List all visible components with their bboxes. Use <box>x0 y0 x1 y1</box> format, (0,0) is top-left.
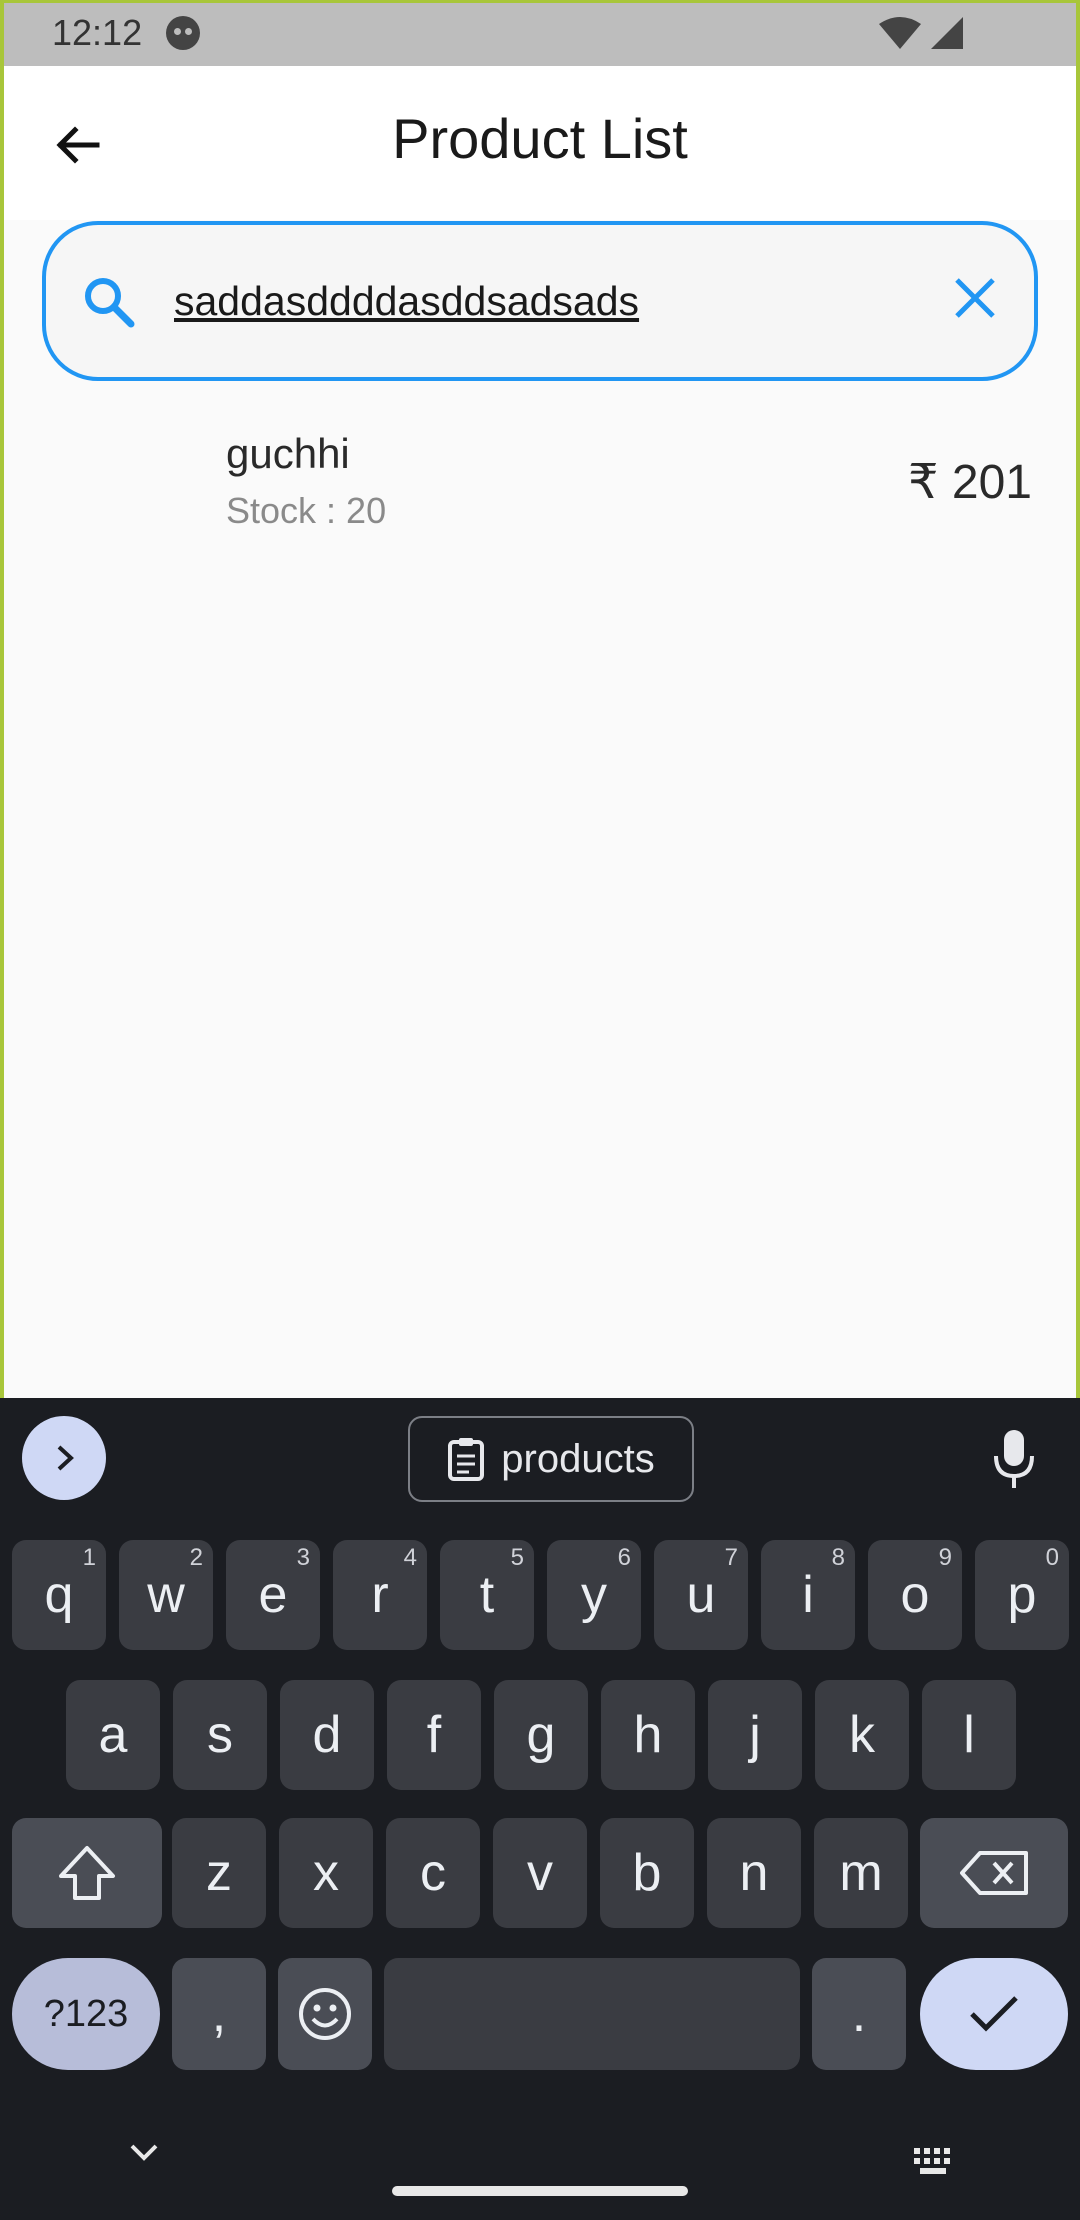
key-hint: 2 <box>189 1544 203 1571</box>
chevron-right-icon <box>57 1445 74 1471</box>
status-time: 12:12 <box>52 12 143 53</box>
gesture-handle[interactable] <box>392 2186 688 2196</box>
symbols-key[interactable]: ?123 <box>12 1958 160 2070</box>
key-label: y <box>581 1566 607 1624</box>
key-t[interactable]: t5 <box>440 1540 534 1650</box>
search-icon <box>85 278 135 328</box>
key-u[interactable]: u7 <box>654 1540 748 1650</box>
key-label: w <box>147 1566 185 1624</box>
key-v[interactable]: v <box>493 1818 587 1928</box>
key-label: h <box>633 1706 663 1764</box>
page-title: Product List <box>392 107 688 170</box>
key-m[interactable]: m <box>814 1818 908 1928</box>
key-a[interactable]: a <box>66 1680 160 1790</box>
key-label: n <box>739 1844 769 1902</box>
key-j[interactable]: j <box>708 1680 802 1790</box>
key-label: m <box>839 1844 883 1902</box>
emoji-icon <box>299 1988 351 2040</box>
key-hint: 0 <box>1045 1544 1059 1571</box>
key-label: d <box>312 1706 342 1764</box>
key-label: e <box>258 1566 288 1624</box>
key-label: j <box>749 1706 761 1764</box>
key-l[interactable]: l <box>922 1680 1016 1790</box>
hide-keyboard-icon[interactable] <box>126 2140 162 2164</box>
key-label: r <box>371 1566 389 1624</box>
product-name: guchhi <box>226 430 350 477</box>
keyboard-switch-icon[interactable] <box>912 2146 956 2176</box>
key-label: l <box>963 1706 975 1764</box>
key-g[interactable]: g <box>494 1680 588 1790</box>
key-q[interactable]: q1 <box>12 1540 106 1650</box>
key-o[interactable]: o9 <box>868 1540 962 1650</box>
clipboard-icon <box>448 1438 485 1481</box>
key-c[interactable]: c <box>386 1818 480 1928</box>
key-k[interactable]: k <box>815 1680 909 1790</box>
key-e[interactable]: e3 <box>226 1540 320 1650</box>
key-hint: 8 <box>831 1544 845 1571</box>
key-hint: 3 <box>296 1544 310 1571</box>
key-f[interactable]: f <box>387 1680 481 1790</box>
backspace-icon <box>960 1851 1028 1895</box>
key-label: a <box>98 1706 128 1764</box>
key-hint: 5 <box>510 1544 524 1571</box>
key-label: t <box>479 1566 495 1624</box>
key-label: b <box>632 1844 662 1902</box>
checkmark-icon <box>970 1996 1018 2032</box>
signal-icon <box>931 17 963 49</box>
key-n[interactable]: n <box>707 1818 801 1928</box>
emoji-key[interactable] <box>278 1958 372 2070</box>
key-b[interactable]: b <box>600 1818 694 1928</box>
shift-icon <box>59 1846 115 1900</box>
key-hint: 9 <box>938 1544 952 1571</box>
shift-key[interactable] <box>12 1818 162 1928</box>
key-label: u <box>686 1566 716 1624</box>
enter-key[interactable] <box>920 1958 1068 2070</box>
status-bar: 12:12 <box>0 0 1080 66</box>
key-label: v <box>527 1844 553 1902</box>
key-d[interactable]: d <box>280 1680 374 1790</box>
key-label: k <box>849 1706 875 1764</box>
app-bar: Product List <box>0 66 1080 220</box>
key-label: z <box>206 1844 232 1902</box>
clear-search-icon[interactable] <box>952 275 998 321</box>
space-key[interactable] <box>384 1958 800 2070</box>
key-label: p <box>1007 1566 1037 1624</box>
key-label: i <box>802 1566 814 1624</box>
key-s[interactable]: s <box>173 1680 267 1790</box>
key-hint: 6 <box>617 1544 631 1571</box>
product-list-item[interactable]: guchhi Stock : 20 ₹ 201 <box>0 410 1080 540</box>
key-hint: 7 <box>724 1544 738 1571</box>
keyboard: products ?123 , . q 1 w 2 e 3 r 4 t 5 y … <box>0 1398 1080 2220</box>
microphone-icon[interactable] <box>992 1428 1036 1490</box>
key-label: s <box>207 1706 233 1764</box>
key-hint: 1 <box>82 1544 96 1571</box>
key-label: x <box>313 1844 339 1902</box>
backspace-key[interactable] <box>920 1818 1068 1928</box>
key-hint: 4 <box>403 1544 417 1571</box>
clipboard-suggestion-label: products <box>501 1436 655 1481</box>
comma-key[interactable]: , <box>172 1958 266 2070</box>
keyboard-expand-button[interactable] <box>22 1416 106 1500</box>
key-z[interactable]: z <box>172 1818 266 1928</box>
notification-app-icon <box>166 16 200 50</box>
clipboard-suggestion-chip[interactable]: products <box>408 1416 694 1502</box>
search-input[interactable] <box>174 271 934 331</box>
key-label: o <box>900 1566 930 1624</box>
key-y[interactable]: y6 <box>547 1540 641 1650</box>
search-box[interactable] <box>42 221 1038 381</box>
key-r[interactable]: r4 <box>333 1540 427 1650</box>
key-x[interactable]: x <box>279 1818 373 1928</box>
product-stock: Stock : 20 <box>226 490 387 531</box>
key-label: f <box>426 1706 442 1764</box>
product-price: ₹ 201 <box>908 456 1032 509</box>
period-key[interactable]: . <box>812 1958 906 2070</box>
key-label: q <box>44 1566 74 1624</box>
key-label: g <box>526 1706 556 1764</box>
wifi-icon <box>879 17 921 49</box>
key-i[interactable]: i8 <box>761 1540 855 1650</box>
key-label: c <box>420 1844 446 1902</box>
key-h[interactable]: h <box>601 1680 695 1790</box>
key-p[interactable]: p0 <box>975 1540 1069 1650</box>
key-w[interactable]: w2 <box>119 1540 213 1650</box>
